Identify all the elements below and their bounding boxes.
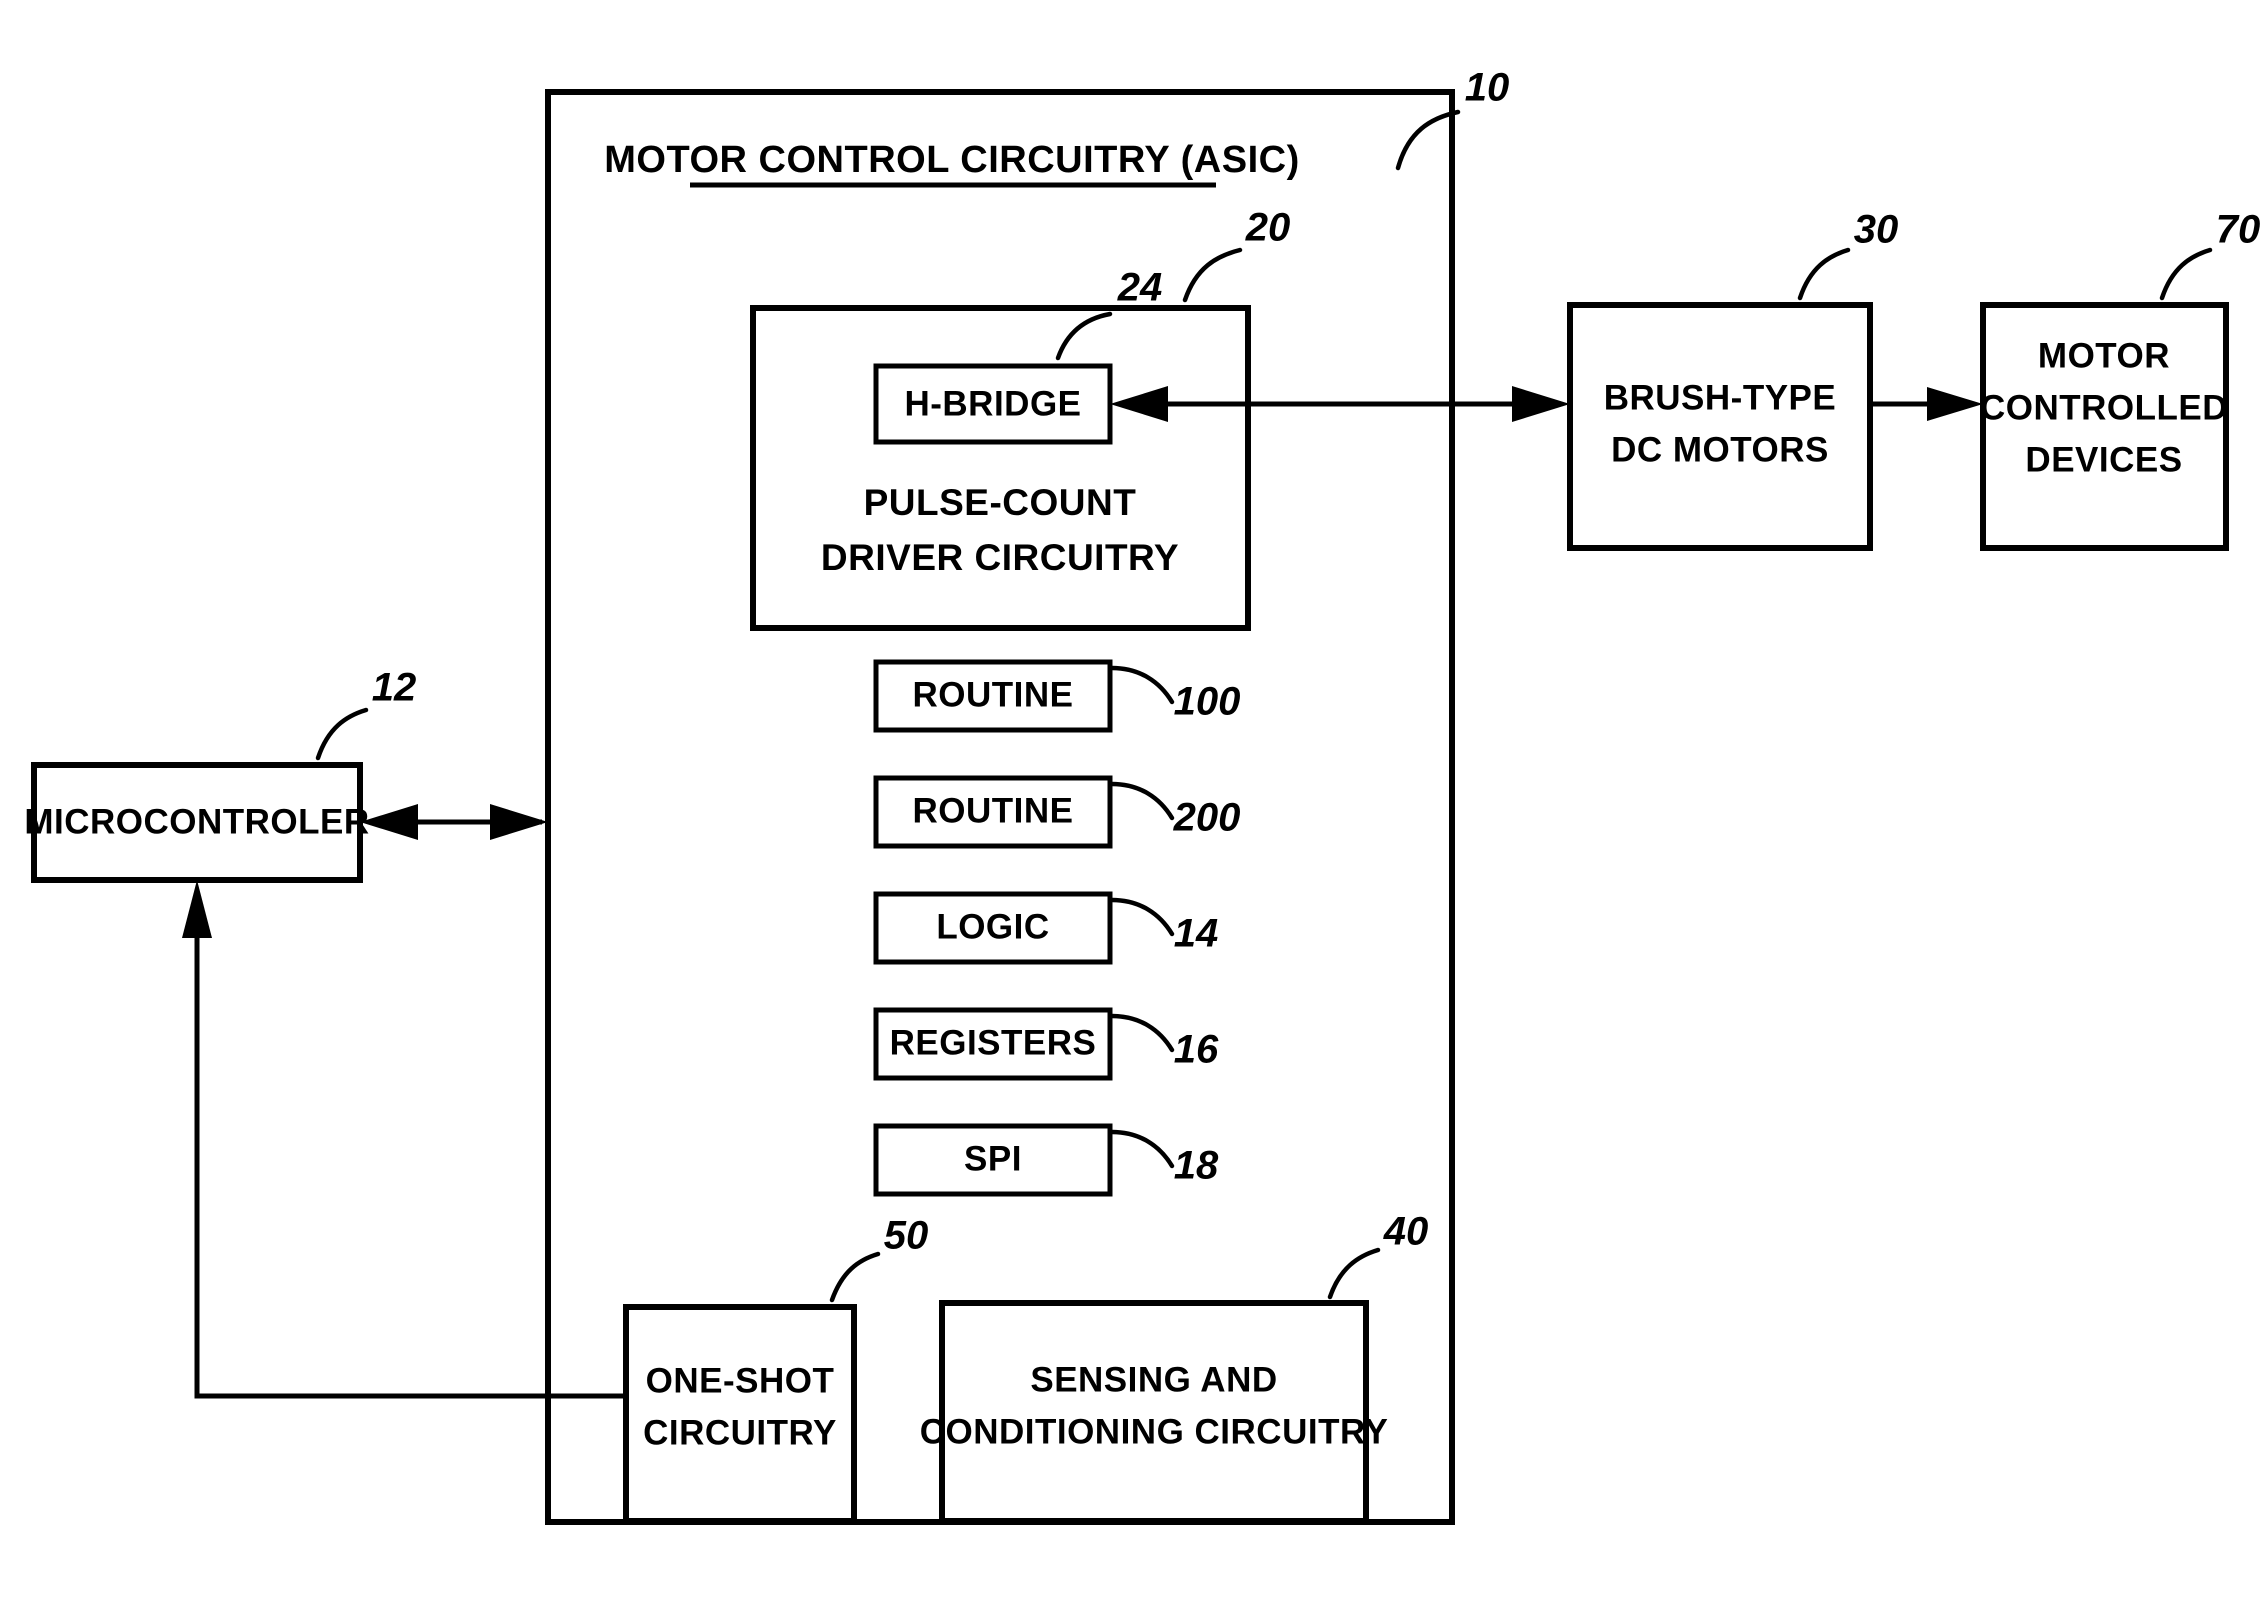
ref-number-routine-100: 100 [1174, 680, 1241, 724]
arrowhead-into-motors [1512, 386, 1570, 422]
connection-motors-devices [1870, 387, 1983, 421]
arrowhead-into-microcontroller-bottom [182, 880, 212, 938]
logic-label: LOGIC [936, 907, 1049, 946]
one-shot-label-line1: ONE-SHOT [646, 1361, 835, 1400]
dc-motors-box[interactable] [1567, 302, 1873, 551]
leader-line-motors [1797, 247, 1851, 301]
sensing-label-line2: CONDITIONING CIRCUITRY [920, 1412, 1389, 1451]
ref-number-asic: 10 [1465, 66, 1510, 110]
leader-line-devices [2159, 247, 2213, 301]
motors-label-line2: DC MOTORS [1611, 430, 1829, 469]
sensing-label-line1: SENSING AND [1030, 1360, 1277, 1399]
microcontroller-group[interactable]: 12 MICROCONTROLER [24, 666, 417, 883]
ref-number-driver: 20 [1245, 206, 1291, 250]
registers-label: REGISTERS [890, 1023, 1097, 1062]
arrowhead-into-asic [490, 804, 548, 840]
devices-label-line2: CONTROLLED [1980, 388, 2228, 427]
ref-number-routine-200: 200 [1173, 796, 1241, 840]
ref-number-registers: 16 [1174, 1028, 1219, 1072]
patent-figure-canvas: 10 MOTOR CONTROL CIRCUITRY (ASIC) 20 PUL… [0, 0, 2262, 1598]
arrowhead-into-devices [1927, 387, 1983, 421]
leader-line-microcontroller [315, 707, 369, 761]
ref-number-logic: 14 [1174, 912, 1219, 956]
one-shot-label-line2: CIRCUITRY [643, 1413, 837, 1452]
block-diagram-svg: 10 MOTOR CONTROL CIRCUITRY (ASIC) 20 PUL… [24, 66, 2261, 1525]
routine-100-label: ROUTINE [913, 675, 1074, 714]
dc-motors-group[interactable]: 30 BRUSH-TYPE DC MOTORS [1567, 208, 1899, 551]
ref-number-devices: 70 [2216, 208, 2261, 252]
asic-title: MOTOR CONTROL CIRCUITRY (ASIC) [604, 139, 1299, 181]
h-bridge-label: H-BRIDGE [904, 384, 1081, 423]
driver-label-line1: PULSE-COUNT [864, 482, 1137, 523]
pulse-count-driver-box[interactable] [750, 305, 1251, 631]
spi-label: SPI [964, 1139, 1022, 1178]
motors-label-line1: BRUSH-TYPE [1604, 378, 1837, 417]
microcontroller-label: MICROCONTROLER [24, 802, 369, 841]
driver-label-line2: DRIVER CIRCUITRY [821, 537, 1179, 578]
ref-number-one-shot: 50 [884, 1214, 929, 1258]
ref-number-microcontroller: 12 [372, 666, 417, 710]
devices-label-line1: MOTOR [2038, 336, 2170, 375]
ref-number-hbridge: 24 [1117, 266, 1163, 310]
devices-label-line3: DEVICES [2025, 440, 2182, 479]
connection-microcontroller-asic [360, 804, 548, 840]
ref-number-sensing: 40 [1383, 1210, 1429, 1254]
routine-200-label: ROUTINE [913, 791, 1074, 830]
controlled-devices-group[interactable]: 70 MOTOR CONTROLLED DEVICES [1980, 208, 2261, 551]
ref-number-motors: 30 [1854, 208, 1899, 252]
ref-number-spi: 18 [1174, 1144, 1219, 1188]
